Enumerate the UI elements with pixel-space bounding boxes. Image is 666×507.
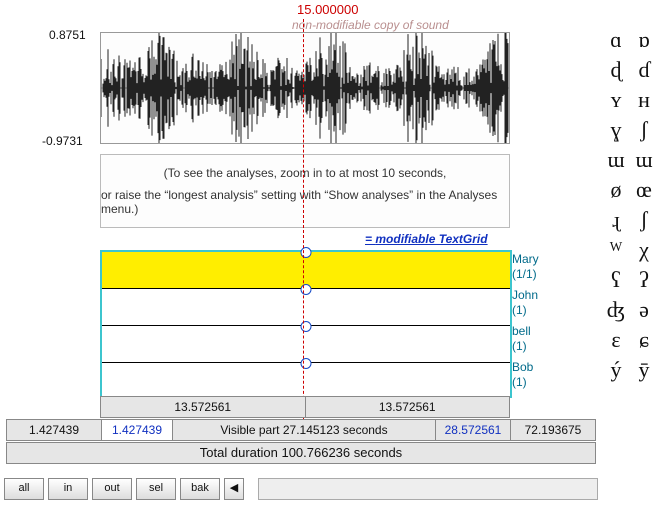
waveform-panel[interactable]	[100, 32, 510, 144]
zoom-bak-button[interactable]: bak	[180, 478, 220, 500]
zoom-out-button[interactable]: out	[92, 478, 132, 500]
ipa-symbol[interactable]: ʏ	[604, 86, 628, 114]
ipa-symbol[interactable]: ɗ	[632, 56, 656, 84]
cursor-time-label: 15.000000	[297, 2, 358, 17]
ipa-symbol[interactable]: ý	[604, 356, 628, 384]
zoom-in-button[interactable]: in	[48, 478, 88, 500]
ipa-symbol[interactable]: ʜ	[632, 86, 656, 114]
tier-name-3: bell(1)	[512, 324, 531, 354]
waveform-svg	[101, 33, 509, 143]
tier-name-2: John(1)	[512, 288, 538, 318]
ipa-symbol[interactable]: ʔ	[632, 266, 656, 294]
hint-line-2: or raise the “longest analysis” setting …	[101, 188, 509, 216]
prewindow-duration[interactable]: 1.427439	[7, 420, 102, 440]
horizontal-scrollbar[interactable]	[258, 478, 598, 500]
ipa-symbol[interactable]: œ	[632, 176, 656, 204]
ipa-symbol[interactable]: ʃ	[632, 206, 656, 234]
ipa-symbol[interactable]: ɑ	[604, 26, 628, 54]
window-start-time[interactable]: 1.427439	[102, 420, 173, 440]
ipa-symbol[interactable]: ɕ	[632, 326, 656, 354]
ipa-symbol[interactable]: ə	[632, 296, 656, 324]
zoom-all-button[interactable]: all	[4, 478, 44, 500]
timeline-halves[interactable]: 13.572561 13.572561	[100, 396, 510, 418]
tier-name-4: Bob(1)	[512, 360, 533, 390]
ipa-symbol[interactable]: ɛ	[604, 326, 628, 354]
ipa-symbol[interactable]: ɯ	[604, 146, 628, 174]
analysis-hint-panel: (To see the analyses, zoom in to at most…	[100, 154, 510, 228]
non-modifiable-label: non-modifiable copy of sound	[292, 18, 449, 32]
textgrid-panel[interactable]	[100, 250, 512, 398]
timeline-right-half[interactable]: 13.572561	[306, 397, 510, 417]
amplitude-min: -0.9731	[42, 134, 83, 148]
postwindow-duration[interactable]: 72.193675	[511, 420, 595, 440]
tier-row-4[interactable]	[102, 363, 510, 399]
ipa-symbol[interactable]: ʃ	[632, 116, 656, 144]
window-end-time[interactable]: 28.572561	[436, 420, 511, 440]
ipa-symbol[interactable]: ɯ	[632, 146, 656, 174]
ipa-symbol[interactable]: ɻ	[604, 206, 628, 234]
timeline-left-half[interactable]: 13.572561	[101, 397, 306, 417]
ipa-symbol[interactable]: ᵂ	[604, 236, 628, 264]
modifiable-textgrid-label: = modifiable TextGrid	[365, 232, 488, 246]
ipa-symbol[interactable]: ɣ	[604, 116, 628, 144]
ipa-symbol[interactable]: ʤ	[604, 296, 628, 324]
ipa-symbol[interactable]: ʕ	[604, 266, 628, 294]
ipa-symbol[interactable]: ø	[604, 176, 628, 204]
zoom-sel-button[interactable]: sel	[136, 478, 176, 500]
ipa-symbol[interactable]: ɒ	[632, 26, 656, 54]
scroll-left-button[interactable]: ◀	[224, 478, 244, 500]
ipa-symbol[interactable]: ɖ	[604, 56, 628, 84]
ipa-symbol-palette: ɑɒɖɗʏʜɣʃɯɯøœɻʃᵂχʕʔʤəɛɕýȳ	[604, 26, 664, 384]
ipa-symbol[interactable]: χ	[632, 236, 656, 264]
timeline-visible[interactable]: 1.427439 1.427439 Visible part 27.145123…	[6, 419, 596, 441]
timeline-total[interactable]: Total duration 100.766236 seconds	[6, 442, 596, 464]
hint-line-1: (To see the analyses, zoom in to at most…	[164, 166, 447, 180]
visible-part-label[interactable]: Visible part 27.145123 seconds	[173, 420, 436, 440]
ipa-symbol[interactable]: ȳ	[632, 356, 656, 384]
cursor-line[interactable]	[303, 19, 304, 429]
amplitude-max: 0.8751	[49, 28, 86, 42]
tier-name-1: Mary(1/1)	[512, 252, 539, 282]
